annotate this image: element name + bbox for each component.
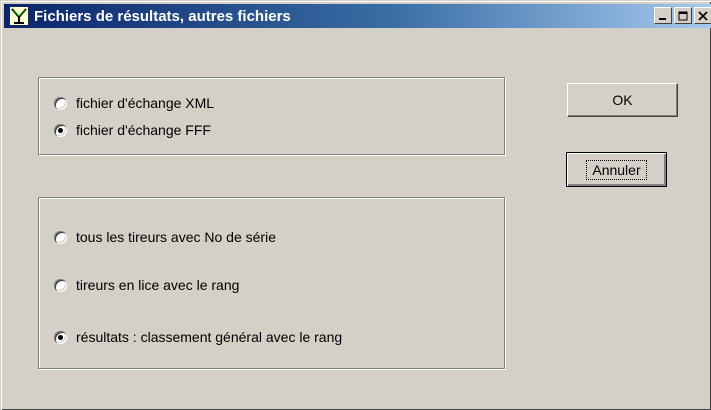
minimize-button[interactable] [654,7,672,24]
file-format-group [38,77,505,155]
radio-shooters-in-lists[interactable]: tireurs en lice avec le rang [54,277,239,293]
cancel-button[interactable]: Annuler [566,152,667,187]
radio-xml-button[interactable] [54,96,67,110]
radio-all-shooters[interactable]: tous les tireurs avec No de série [54,229,276,245]
minimize-icon [659,17,666,20]
radio-fff-label: fichier d'échange FFF [76,122,211,138]
title-bar[interactable]: Fichiers de résultats, autres fichiers [4,4,711,28]
radio-all-shooters-label: tous les tireurs avec No de série [76,229,276,245]
maximize-icon [678,11,688,20]
radio-general-ranking-label: résultats : classement général avec le r… [76,329,343,345]
radio-xml[interactable]: fichier d'échange XML [54,95,214,111]
radio-fff-button[interactable] [54,123,67,137]
shooting-target-icon [10,7,28,25]
close-icon [698,10,708,21]
ok-button-label: OK [612,92,633,108]
radio-xml-label: fichier d'échange XML [76,95,215,111]
dialog-window: Fichiers de résultats, autres fichiers f… [0,0,711,410]
ok-button[interactable]: OK [567,83,678,117]
maximize-button[interactable] [674,7,692,24]
radio-shooters-in-lists-label: tireurs en lice avec le rang [76,277,240,293]
radio-all-shooters-button[interactable] [54,230,67,244]
radio-general-ranking[interactable]: résultats : classement général avec le r… [54,329,342,345]
radio-fff[interactable]: fichier d'échange FFF [54,122,211,138]
window-title: Fichiers de résultats, autres fichiers [34,7,291,25]
cancel-button-label: Annuler [586,159,647,180]
close-button[interactable] [694,7,711,24]
radio-shooters-in-lists-button[interactable] [54,278,67,292]
radio-general-ranking-button[interactable] [54,330,67,344]
